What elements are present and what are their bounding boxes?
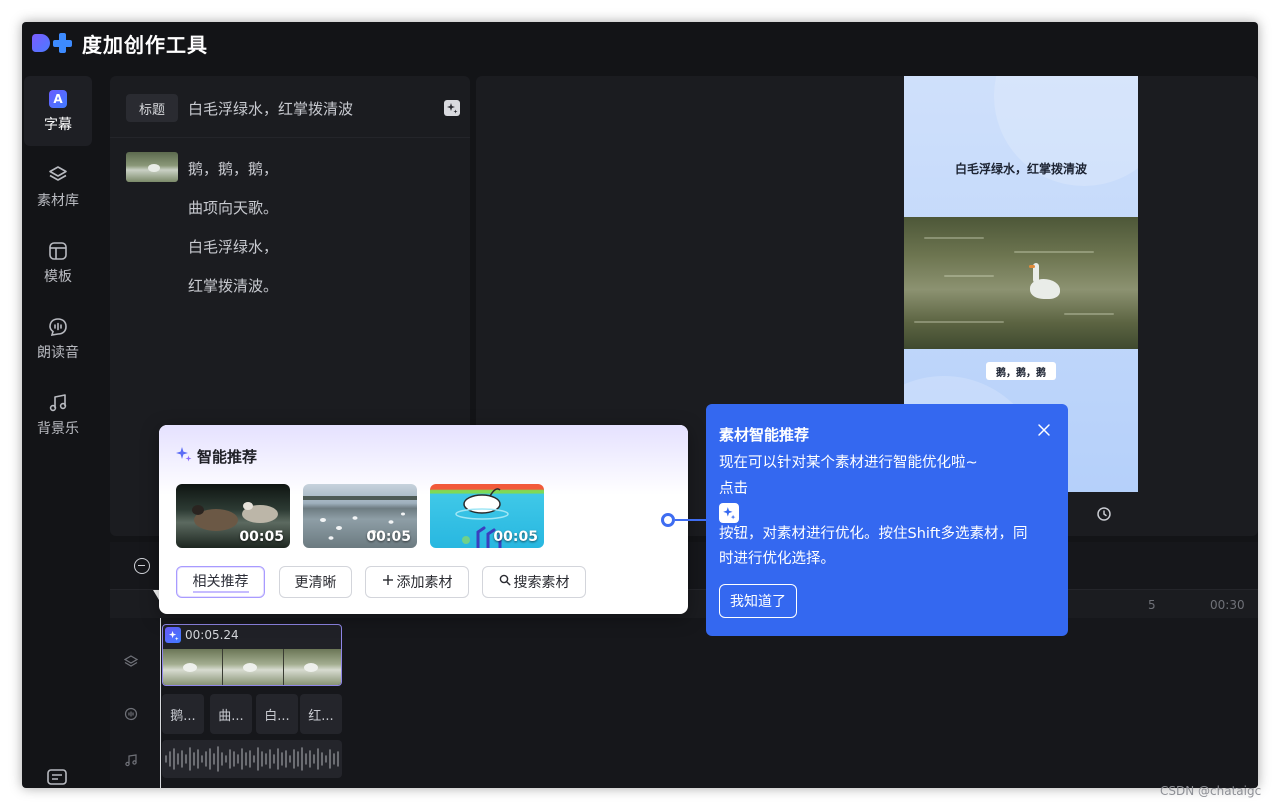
add-material-button[interactable]: 添加素材 <box>365 566 469 598</box>
title-text[interactable]: 白毛浮绿水，红掌拨清波 <box>188 98 353 119</box>
plus-icon <box>382 574 394 590</box>
tooltip-connector <box>675 519 707 521</box>
ruler-label: 00:30 <box>1210 598 1245 612</box>
sparkle-icon <box>175 445 193 467</box>
tooltip-text-line: 现在可以针对某个素材进行智能优化啦~ <box>719 455 978 471</box>
sidebar-item-template[interactable]: 模板 <box>24 228 92 298</box>
keyboard-icon[interactable] <box>46 766 68 788</box>
media-duration: 00:05 <box>239 529 284 545</box>
smart-recommend-card: 智能推荐 00:05 00:05 00:05 相关推荐 更清晰 添加素材 搜索素… <box>159 425 688 614</box>
app-title: 度加创作工具 <box>82 32 208 57</box>
script-line[interactable]: 鹅，鹅，鹅， <box>188 158 278 179</box>
timer-icon[interactable] <box>1096 506 1112 522</box>
sidebar-item-label: 素材库 <box>37 193 79 209</box>
zoom-out-button[interactable] <box>134 558 150 574</box>
subtitle-a-icon: A <box>47 88 69 110</box>
watermark: CSDN @chataigc <box>1160 784 1262 798</box>
magic-wand-icon[interactable] <box>165 627 181 643</box>
search-icon <box>499 574 511 590</box>
logo-mark-icon <box>32 32 74 54</box>
subtitle-chip[interactable]: 鹅... <box>162 694 204 734</box>
tooltip-text-line: 时进行优化选择。 <box>719 551 835 567</box>
preview-subtitle: 鹅，鹅，鹅 <box>986 362 1056 380</box>
sidebar-item-voice[interactable]: 朗读音 <box>24 304 92 374</box>
tooltip-title: 素材智能推荐 <box>719 426 810 444</box>
ruler-label: 5 <box>1148 598 1156 612</box>
sidebar: A 字幕 素材库 模板 朗读音 背景乐 <box>22 74 94 788</box>
recommended-media[interactable]: 00:05 <box>430 484 544 548</box>
audio-track[interactable] <box>162 740 342 778</box>
feature-tooltip: 素材智能推荐 现在可以针对某个素材进行智能优化啦~ 点击 按钮，对素材进行优化。… <box>706 404 1068 636</box>
button-label: 搜索素材 <box>513 575 570 591</box>
tooltip-text-line: 按钮，对素材进行优化。按住Shift多选素材，同 <box>719 526 1028 542</box>
title-row: 标题 白毛浮绿水，红掌拨清波 <box>110 76 470 138</box>
media-duration: 00:05 <box>493 529 538 545</box>
sidebar-item-background-music[interactable]: 背景乐 <box>24 380 92 450</box>
sidebar-item-label: 字幕 <box>44 117 72 133</box>
button-label: 更清晰 <box>294 575 337 591</box>
scene-thumbnail[interactable] <box>126 152 178 182</box>
app-logo: 度加创作工具 <box>32 30 208 57</box>
search-material-button[interactable]: 搜索素材 <box>482 566 586 598</box>
template-icon <box>47 240 69 262</box>
clip-duration: 00:05.24 <box>185 628 239 642</box>
voice-icon <box>47 316 69 338</box>
audio-waveform <box>165 746 339 772</box>
subtitle-track-icon <box>124 706 138 721</box>
recommended-media[interactable]: 00:05 <box>303 484 417 548</box>
tooltip-text-line: 点击 <box>719 481 748 497</box>
clearer-button[interactable]: 更清晰 <box>279 566 352 598</box>
script-line[interactable]: 白毛浮绿水， <box>188 236 278 257</box>
sidebar-item-label: 模板 <box>44 269 72 285</box>
related-recommend-button[interactable]: 相关推荐 <box>176 566 265 598</box>
script-line[interactable]: 红掌拨清波。 <box>188 275 278 296</box>
app-window: 度加创作工具 A 字幕 素材库 模板 朗读音 背景乐 标题 白毛浮绿水，红掌拨清… <box>22 22 1258 788</box>
media-duration: 00:05 <box>366 529 411 545</box>
tooltip-anchor-dot <box>661 513 675 527</box>
subtitle-chip[interactable]: 白... <box>256 694 298 734</box>
preview-video-frame <box>904 217 1138 349</box>
button-label: 添加素材 <box>396 575 453 591</box>
button-label: 相关推荐 <box>192 571 249 593</box>
sidebar-item-label: 朗读音 <box>37 345 79 361</box>
close-icon[interactable] <box>1036 422 1052 438</box>
layers-icon <box>47 164 69 186</box>
sidebar-item-label: 背景乐 <box>37 421 79 437</box>
smart-card-title: 智能推荐 <box>197 447 258 466</box>
clip-frames <box>163 649 341 685</box>
video-track-icon <box>123 654 139 668</box>
script-line[interactable]: 曲项向天歌。 <box>188 197 278 218</box>
title-tag: 标题 <box>126 94 178 122</box>
sidebar-item-subtitle[interactable]: A 字幕 <box>24 76 92 146</box>
subtitle-chip[interactable]: 红... <box>300 694 342 734</box>
subtitle-chip[interactable]: 曲... <box>210 694 252 734</box>
video-clip[interactable]: 00:05.24 <box>162 624 342 686</box>
music-note-icon <box>47 392 69 414</box>
magic-wand-icon <box>719 503 739 523</box>
playhead[interactable] <box>160 618 161 788</box>
recommended-media[interactable]: 00:05 <box>176 484 290 548</box>
music-track-icon <box>124 752 138 767</box>
preview-title: 白毛浮绿水，红掌拨清波 <box>954 162 1087 176</box>
sidebar-item-material-library[interactable]: 素材库 <box>24 152 92 222</box>
magic-wand-icon[interactable] <box>444 100 460 116</box>
got-it-button[interactable]: 我知道了 <box>719 584 797 618</box>
